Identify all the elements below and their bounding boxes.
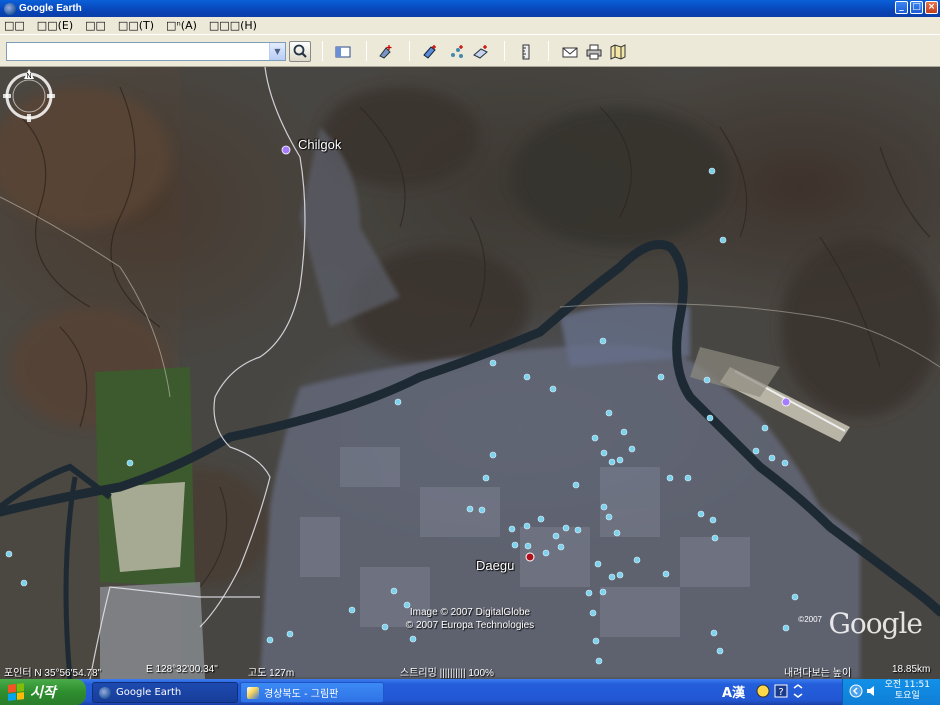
menu-help[interactable]: □□□(H): [209, 19, 257, 32]
toolbar-separator: [366, 41, 367, 61]
task-label: 경상북도 - 그림판: [264, 689, 339, 700]
tray-expand-icon[interactable]: [849, 684, 863, 698]
search-button[interactable]: [289, 41, 311, 62]
task-google-earth[interactable]: Google Earth: [92, 682, 238, 703]
image-overlay-icon[interactable]: [473, 44, 489, 60]
clock-time: 오전 11:51: [884, 680, 930, 690]
clock-day: 토요일: [894, 691, 920, 701]
toolbar-separator: [504, 41, 505, 61]
place-label-daegu[interactable]: Daegu: [476, 558, 514, 573]
chevron-down-icon[interactable]: ▼: [269, 43, 285, 60]
pointer-coordinates: 포인터 N 35°56'54.78": [4, 668, 102, 679]
title-bar: Google Earth _ □ ×: [0, 0, 940, 17]
search-input[interactable]: [7, 43, 269, 60]
ruler-icon[interactable]: [518, 44, 534, 60]
toolbar-separator: [548, 41, 549, 61]
toolbar-separator: [409, 41, 410, 61]
svg-text:?: ?: [778, 687, 783, 698]
placemark-add-icon[interactable]: [378, 44, 394, 60]
task-label: Google Earth: [116, 687, 182, 698]
system-clock[interactable]: 오전 11:51 토요일: [885, 680, 930, 702]
google-earth-icon: [99, 686, 111, 699]
menu-bar: □□ □□(E) □□ □□(T) □ⁿ(A) □□□(H): [0, 17, 940, 35]
eye-altitude-label: 내려다보는 높이: [784, 668, 852, 679]
polygon-icon[interactable]: [422, 44, 438, 60]
eye-altitude-value: 18.85km: [892, 664, 931, 675]
chilgok-marker[interactable]: [281, 145, 291, 155]
minimize-button[interactable]: _: [895, 1, 908, 14]
compass-north-label: N: [26, 73, 31, 80]
airport-marker[interactable]: [781, 397, 791, 407]
maximize-button[interactable]: □: [910, 1, 923, 14]
ime-tool-icon[interactable]: [756, 684, 770, 698]
google-maps-icon[interactable]: [610, 44, 626, 60]
google-earth-icon: [4, 2, 16, 15]
google-logo: Google: [828, 607, 923, 640]
copyright-line: Image © 2007 DigitalGlobe: [409, 607, 531, 618]
help-icon[interactable]: ?: [774, 684, 788, 698]
paint-icon: [247, 686, 259, 699]
streaming-progress: 스트리밍 |||||||||| 100%: [400, 668, 494, 679]
search-combobox[interactable]: ▼: [6, 42, 286, 61]
pointer-longitude: E 128°32'00.34": [146, 664, 218, 675]
window-controls: _ □ ×: [895, 1, 938, 14]
status-bar: 포인터 N 35°56'54.78" E 128°32'00.34" 고도 12…: [0, 663, 940, 679]
email-icon[interactable]: [562, 44, 578, 60]
print-icon[interactable]: [586, 44, 602, 60]
satellite-imagery: [0, 67, 940, 679]
elevation-readout: 고도 127m: [248, 668, 295, 679]
copyright-line: © 2007 Europa Technologies: [405, 620, 535, 631]
sidebar-toggle-icon[interactable]: [335, 44, 351, 60]
ime-indicator[interactable]: A漢: [722, 682, 745, 701]
menu-view[interactable]: □□: [85, 19, 106, 32]
toolbar: ▼: [0, 35, 940, 67]
place-label-chilgok[interactable]: Chilgok: [298, 137, 341, 152]
start-label: 시작: [30, 685, 56, 701]
window-title: Google Earth: [19, 3, 82, 14]
path-icon[interactable]: [449, 44, 465, 60]
daegu-marker[interactable]: [525, 552, 535, 562]
volume-icon[interactable]: [865, 684, 879, 698]
ime-options-icon[interactable]: [792, 683, 804, 699]
system-tray: 오전 11:51 토요일: [842, 679, 940, 705]
menu-tools[interactable]: □□(T): [118, 19, 154, 32]
start-button[interactable]: 시작: [0, 679, 86, 705]
windows-logo-icon: [8, 683, 24, 701]
taskbar: 시작 Google Earth 경상북도 - 그림판 A漢 ? 오전 11:51…: [0, 679, 940, 705]
menu-edit[interactable]: □□(E): [37, 19, 73, 32]
logo-year: ©2007: [798, 615, 822, 624]
compass-navigation[interactable]: N: [0, 67, 58, 125]
toolbar-separator: [322, 41, 323, 61]
close-button[interactable]: ×: [925, 1, 938, 14]
map-view[interactable]: Chilgok Daegu Image © 2007 DigitalGlobe …: [0, 67, 940, 679]
menu-file[interactable]: □□: [4, 19, 25, 32]
search-icon: [293, 44, 307, 58]
task-paint[interactable]: 경상북도 - 그림판: [240, 682, 384, 703]
imagery-copyright: Image © 2007 DigitalGlobe © 2007 Europa …: [390, 606, 550, 632]
menu-add[interactable]: □ⁿ(A): [166, 19, 197, 32]
